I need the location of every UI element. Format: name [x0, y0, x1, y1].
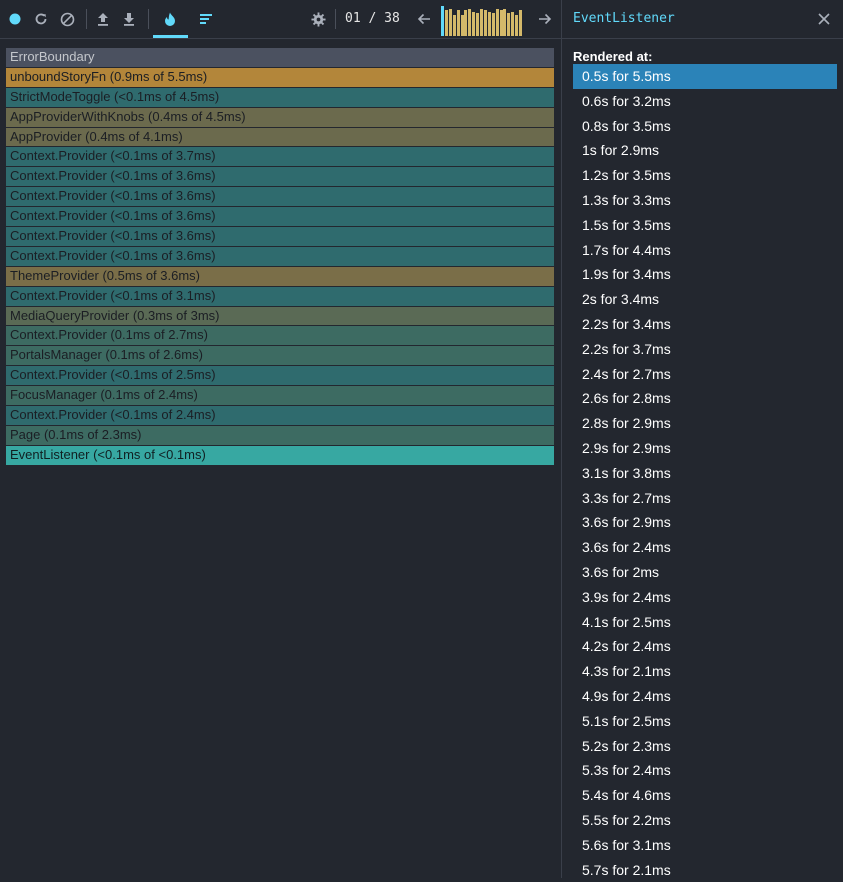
- rendered-at-item[interactable]: 2.2s for 3.7ms: [573, 337, 837, 362]
- rendered-at-item[interactable]: 4.9s for 2.4ms: [573, 684, 837, 709]
- rendered-at-item[interactable]: 4.2s for 2.4ms: [573, 634, 837, 659]
- rendered-at-item[interactable]: 3.3s for 2.7ms: [573, 486, 837, 511]
- ranked-icon[interactable]: [195, 8, 217, 30]
- rendered-at-item[interactable]: 2.6s for 2.8ms: [573, 386, 837, 411]
- flame-tab-underline: [153, 35, 188, 38]
- flamegraph-row[interactable]: Page (0.1ms of 2.3ms): [6, 426, 554, 445]
- rendered-at-item[interactable]: 3.6s for 2ms: [573, 560, 837, 585]
- rendered-at-item[interactable]: 4.1s for 2.5ms: [573, 610, 837, 635]
- rendered-at-item[interactable]: 3.1s for 3.8ms: [573, 461, 837, 486]
- commit-bar[interactable]: [488, 12, 491, 36]
- rendered-at-label: Rendered at:: [573, 49, 652, 64]
- flamegraph-row[interactable]: FocusManager (0.1ms of 2.4ms): [6, 386, 554, 405]
- arrow-right-icon[interactable]: [534, 8, 556, 30]
- flamegraph-row[interactable]: StrictModeToggle (<0.1ms of 4.5ms): [6, 88, 554, 107]
- selected-component-name: EventListener: [573, 11, 675, 26]
- commit-bar[interactable]: [468, 9, 471, 36]
- sidebar-panel: EventListener Rendered at: 0.5s for 5.5m…: [561, 0, 843, 878]
- clear-icon[interactable]: [56, 8, 78, 30]
- toolbar-separator: [86, 9, 87, 29]
- commit-bar[interactable]: [480, 9, 483, 36]
- commit-bar[interactable]: [496, 9, 499, 36]
- rendered-at-item[interactable]: 4.3s for 2.1ms: [573, 659, 837, 684]
- rendered-at-item[interactable]: 2.4s for 2.7ms: [573, 362, 837, 387]
- flamegraph-row[interactable]: Context.Provider (<0.1ms of 3.1ms): [6, 287, 554, 306]
- commit-bar[interactable]: [461, 15, 464, 36]
- rendered-at-item[interactable]: 1.7s for 4.4ms: [573, 238, 837, 263]
- rendered-at-item[interactable]: 5.1s for 2.5ms: [573, 709, 837, 734]
- rendered-at-item[interactable]: 5.2s for 2.3ms: [573, 734, 837, 759]
- toolbar-separator: [148, 9, 149, 29]
- rendered-at-item[interactable]: 3.6s for 2.9ms: [573, 510, 837, 535]
- rendered-at-item[interactable]: 5.5s for 2.2ms: [573, 808, 837, 833]
- flamegraph-row[interactable]: Context.Provider (<0.1ms of 3.6ms): [6, 207, 554, 226]
- flamegraph-row[interactable]: Context.Provider (0.1ms of 2.7ms): [6, 326, 554, 345]
- flamegraph-row[interactable]: Context.Provider (<0.1ms of 3.7ms): [6, 147, 554, 166]
- flamegraph-row[interactable]: AppProvider (0.4ms of 4.1ms): [6, 128, 554, 147]
- download-icon[interactable]: [118, 8, 140, 30]
- sidebar-header: EventListener: [562, 0, 843, 39]
- rendered-at-item[interactable]: 5.3s for 2.4ms: [573, 758, 837, 783]
- commit-bar[interactable]: [503, 9, 506, 36]
- rendered-at-item[interactable]: 0.8s for 3.5ms: [573, 114, 837, 139]
- commit-bar[interactable]: [515, 15, 518, 36]
- commit-bar[interactable]: [441, 6, 444, 36]
- upload-icon[interactable]: [92, 8, 114, 30]
- profiler-toolbar: 01 / 38: [0, 0, 561, 39]
- rendered-at-item[interactable]: 1.2s for 3.5ms: [573, 163, 837, 188]
- rendered-at-list: 0.5s for 5.5ms0.6s for 3.2ms0.8s for 3.5…: [573, 64, 837, 882]
- rendered-at-item[interactable]: 3.9s for 2.4ms: [573, 585, 837, 610]
- rendered-at-item[interactable]: 2.9s for 2.9ms: [573, 436, 837, 461]
- commit-bar[interactable]: [500, 10, 503, 36]
- flamegraph-row[interactable]: Context.Provider (<0.1ms of 3.6ms): [6, 227, 554, 246]
- commit-bar[interactable]: [464, 10, 467, 36]
- reload-icon[interactable]: [30, 8, 52, 30]
- rendered-at-item[interactable]: 0.6s for 3.2ms: [573, 89, 837, 114]
- rendered-at-item[interactable]: 2.8s for 2.9ms: [573, 411, 837, 436]
- commit-bar[interactable]: [476, 13, 479, 36]
- commit-bar[interactable]: [449, 9, 452, 36]
- rendered-at-item[interactable]: 1.5s for 3.5ms: [573, 213, 837, 238]
- rendered-at-item[interactable]: 1s for 2.9ms: [573, 138, 837, 163]
- arrow-left-icon[interactable]: [413, 8, 435, 30]
- commit-bar[interactable]: [472, 12, 475, 36]
- rendered-at-item[interactable]: 2.2s for 3.4ms: [573, 312, 837, 337]
- commit-bar[interactable]: [445, 10, 448, 36]
- flamegraph-row[interactable]: ThemeProvider (0.5ms of 3.6ms): [6, 267, 554, 286]
- rendered-at-item[interactable]: 5.6s for 3.1ms: [573, 833, 837, 858]
- toolbar-separator: [335, 9, 336, 29]
- rendered-at-item[interactable]: 1.9s for 3.4ms: [573, 262, 837, 287]
- rendered-at-item[interactable]: 1.3s for 3.3ms: [573, 188, 837, 213]
- flamegraph: ErrorBoundaryunboundStoryFn (0.9ms of 5.…: [6, 48, 554, 466]
- commit-bar[interactable]: [492, 13, 495, 36]
- rendered-at-item[interactable]: 3.6s for 2.4ms: [573, 535, 837, 560]
- rendered-at-item[interactable]: 0.5s for 5.5ms: [573, 64, 837, 89]
- flamegraph-row[interactable]: MediaQueryProvider (0.3ms of 3ms): [6, 307, 554, 326]
- rendered-at-item[interactable]: 5.7s for 2.1ms: [573, 858, 837, 882]
- flamegraph-row[interactable]: Context.Provider (<0.1ms of 2.4ms): [6, 406, 554, 425]
- rendered-at-item[interactable]: 5.4s for 4.6ms: [573, 783, 837, 808]
- commit-bar[interactable]: [453, 15, 456, 36]
- commit-snapshot-bars[interactable]: [441, 6, 523, 36]
- commit-bar[interactable]: [457, 10, 460, 36]
- flamegraph-row[interactable]: Context.Provider (<0.1ms of 3.6ms): [6, 247, 554, 266]
- flamegraph-row[interactable]: unboundStoryFn (0.9ms of 5.5ms): [6, 68, 554, 87]
- flamegraph-row[interactable]: Context.Provider (<0.1ms of 3.6ms): [6, 167, 554, 186]
- commit-bar[interactable]: [511, 12, 514, 36]
- record-icon[interactable]: [4, 8, 26, 30]
- settings-icon[interactable]: [307, 8, 329, 30]
- commit-bar[interactable]: [519, 10, 522, 36]
- flamegraph-row[interactable]: Context.Provider (<0.1ms of 2.5ms): [6, 366, 554, 385]
- flamegraph-row[interactable]: AppProviderWithKnobs (0.4ms of 4.5ms): [6, 108, 554, 127]
- flamegraph-row[interactable]: PortalsManager (0.1ms of 2.6ms): [6, 346, 554, 365]
- flamegraph-row[interactable]: ErrorBoundary: [6, 48, 554, 67]
- flamegraph-row[interactable]: Context.Provider (<0.1ms of 3.6ms): [6, 187, 554, 206]
- flame-icon[interactable]: [159, 8, 181, 30]
- rendered-at-item[interactable]: 2s for 3.4ms: [573, 287, 837, 312]
- flamegraph-row[interactable]: EventListener (<0.1ms of <0.1ms): [6, 446, 554, 465]
- commit-bar[interactable]: [484, 10, 487, 36]
- commit-counter: 01 / 38: [345, 11, 400, 26]
- close-icon[interactable]: [817, 12, 831, 26]
- commit-bar[interactable]: [507, 13, 510, 36]
